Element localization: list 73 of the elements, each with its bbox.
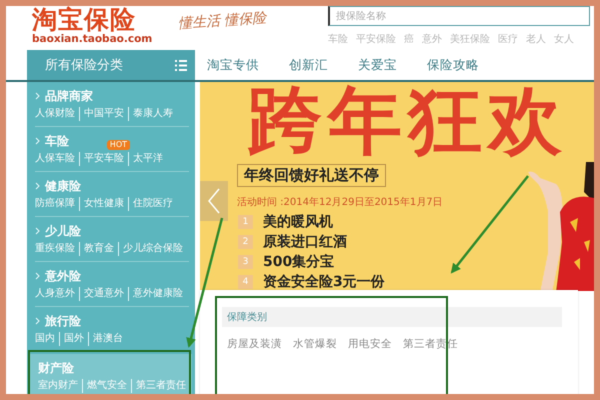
category-link[interactable]: 住院医疗 <box>133 197 173 211</box>
category-link[interactable]: 太平洋 <box>133 152 163 166</box>
coverage-link[interactable]: 水管爆裂 <box>293 337 337 351</box>
slogan: 懂生活 懂保险 <box>178 8 268 34</box>
category-link[interactable]: 人保财险 <box>35 107 75 121</box>
prize-text: 资金安全险3元一份 <box>263 272 385 290</box>
hot-search-link[interactable]: 老人 <box>526 32 546 46</box>
category-title[interactable]: 健康险 <box>45 178 81 194</box>
event-period: 活动时间 :2014年12月29日至2015年1月7日 <box>237 196 443 209</box>
coverage-link[interactable]: 用电安全 <box>348 337 392 351</box>
hot-search-link[interactable]: 女人 <box>554 32 574 46</box>
category-link[interactable]: 中国平安 <box>84 107 124 121</box>
nav-tab[interactable]: 保险攻略 <box>427 56 479 74</box>
nav-tab[interactable]: 关爱宝 <box>358 56 397 74</box>
chevron-icon <box>35 182 40 190</box>
category-link[interactable]: 燃气安全 <box>87 379 127 393</box>
chevron-icon <box>35 137 40 145</box>
category-link[interactable]: 人保车险 <box>35 152 75 166</box>
banner-tagline: 年终回馈好礼送不停 <box>237 164 386 187</box>
site-logo[interactable]: 淘宝保险 <box>32 6 152 33</box>
site-domain: baoxian.taobao.com <box>32 33 152 45</box>
category-title[interactable]: 车险 <box>45 132 69 150</box>
category-title[interactable]: 少儿险 <box>45 222 81 240</box>
banner-headline: 跨年狂欢 <box>248 84 568 158</box>
prize-text: 500集分宝 <box>263 252 334 270</box>
category-link[interactable]: 室内财产 <box>38 379 78 393</box>
category-panel-selected[interactable]: 财产险 室内财产 燃气安全 第三者责任 <box>30 354 192 394</box>
category-link[interactable]: 交通意外 <box>84 287 124 301</box>
category-link[interactable]: 第三者责任 <box>136 379 186 393</box>
hot-search-link[interactable]: 车险 <box>328 32 348 46</box>
category-link[interactable]: 人身意外 <box>35 287 75 301</box>
category-link[interactable]: 国内 <box>35 332 55 346</box>
prize-number: 2 <box>238 234 253 248</box>
category-link[interactable]: 平安车险 <box>84 152 124 166</box>
nav-tab[interactable]: 淘宝专供 <box>207 56 259 74</box>
hot-badge: HOT <box>106 140 130 150</box>
chevron-icon <box>35 317 40 325</box>
category-link[interactable]: 泰康人寿 <box>133 107 173 121</box>
category-title[interactable]: 旅行险 <box>45 312 81 330</box>
hot-search-link[interactable]: 癌 <box>404 32 414 46</box>
prize-number: 4 <box>238 274 253 288</box>
prize-number: 3 <box>238 254 253 268</box>
coverage-link[interactable]: 房屋及装潢 <box>227 337 282 351</box>
category-link[interactable]: 少儿综合保险 <box>123 242 183 256</box>
chevron-icon <box>35 92 40 100</box>
category-title[interactable]: 财产险 <box>38 360 74 376</box>
search-field[interactable]: 搜保险名称 <box>328 6 590 26</box>
category-link[interactable]: 教育金 <box>84 242 114 256</box>
category-title[interactable]: 品牌商家 <box>45 88 93 104</box>
category-link[interactable]: 重疾保险 <box>35 242 75 256</box>
category-link[interactable]: 意外健康险 <box>133 287 183 301</box>
category-link[interactable]: 港澳台 <box>93 332 123 346</box>
chevron-icon <box>35 227 40 235</box>
coverage-link[interactable]: 第三者责任 <box>403 337 458 351</box>
hot-search-link[interactable]: 意外 <box>422 32 442 46</box>
promo-banner[interactable]: 跨年狂欢 年终回馈好礼送不停 活动时间 :2014年12月29日至2015年1月7日 1 美的暖风机 2 原装进口红酒 3 500集分宝 4 资金安全险3元一份 <box>200 82 594 291</box>
section-header: 保障类别 <box>222 307 562 327</box>
prize-number: 1 <box>238 214 253 228</box>
nav-tab[interactable]: 创新汇 <box>289 56 328 74</box>
category-link[interactable]: 防癌保障 <box>35 197 75 211</box>
prize-text: 原装进口红酒 <box>263 232 347 250</box>
category-link[interactable]: 国外 <box>64 332 84 346</box>
hot-search-link[interactable]: 医疗 <box>498 32 518 46</box>
hot-search-link[interactable]: 美狂保险 <box>450 32 490 46</box>
menu-icon[interactable] <box>175 60 187 70</box>
prize-text: 美的暖风机 <box>263 212 333 230</box>
previous-slide-button[interactable] <box>200 181 228 221</box>
category-header-title: 所有保险分类 <box>45 57 123 74</box>
chevron-icon <box>35 272 40 280</box>
category-title[interactable]: 意外险 <box>45 268 81 284</box>
chevron-left-icon <box>208 188 220 214</box>
hot-search-link[interactable]: 平安保险 <box>356 32 396 46</box>
category-link[interactable]: 女性健康 <box>84 197 124 211</box>
